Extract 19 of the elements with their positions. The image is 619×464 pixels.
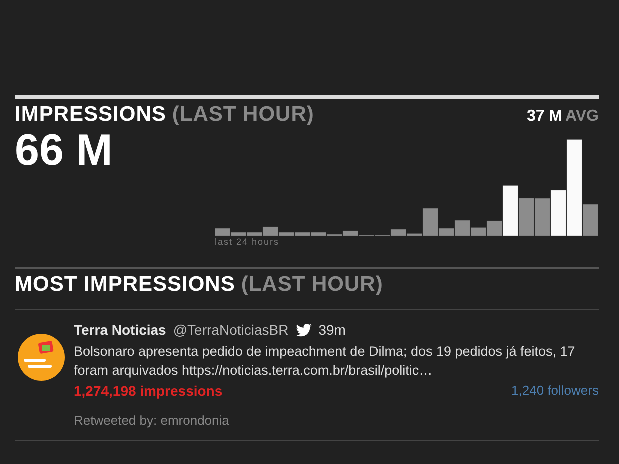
impression-count: 1,274,198 impressions: [74, 383, 223, 399]
chart-caption: last 24 hours: [215, 237, 280, 247]
bar: [518, 198, 534, 236]
account-handle[interactable]: @TerraNoticiasBR: [173, 322, 289, 338]
section-title: MOST IMPRESSIONS: [15, 273, 236, 296]
bird-icon: [296, 324, 312, 336]
tweet-time: 39m: [318, 322, 346, 338]
section-title: IMPRESSIONS: [15, 103, 166, 126]
average-value: 37 M: [526, 108, 563, 125]
average-label: AVG: [566, 108, 599, 125]
avatar-icon: [18, 334, 65, 381]
section-qualifier: (LAST HOUR): [241, 273, 384, 296]
section-qualifier: (LAST HOUR): [172, 103, 314, 126]
bar: [534, 198, 550, 236]
account-name[interactable]: Terra Noticias: [74, 322, 166, 338]
retweeted-by: Retweeted by: emrondonia: [74, 413, 230, 428]
total-impressions: 66 M: [15, 129, 114, 173]
follower-count: 1,240 followers: [512, 383, 599, 399]
tweet-text: Bolsonaro apresenta pedido de impeachment de Dilma; dos 19 pedidos já feitos, 17 foram arquivados https://noticias.terra.com.br/brasil/politic…: [74, 343, 576, 380]
